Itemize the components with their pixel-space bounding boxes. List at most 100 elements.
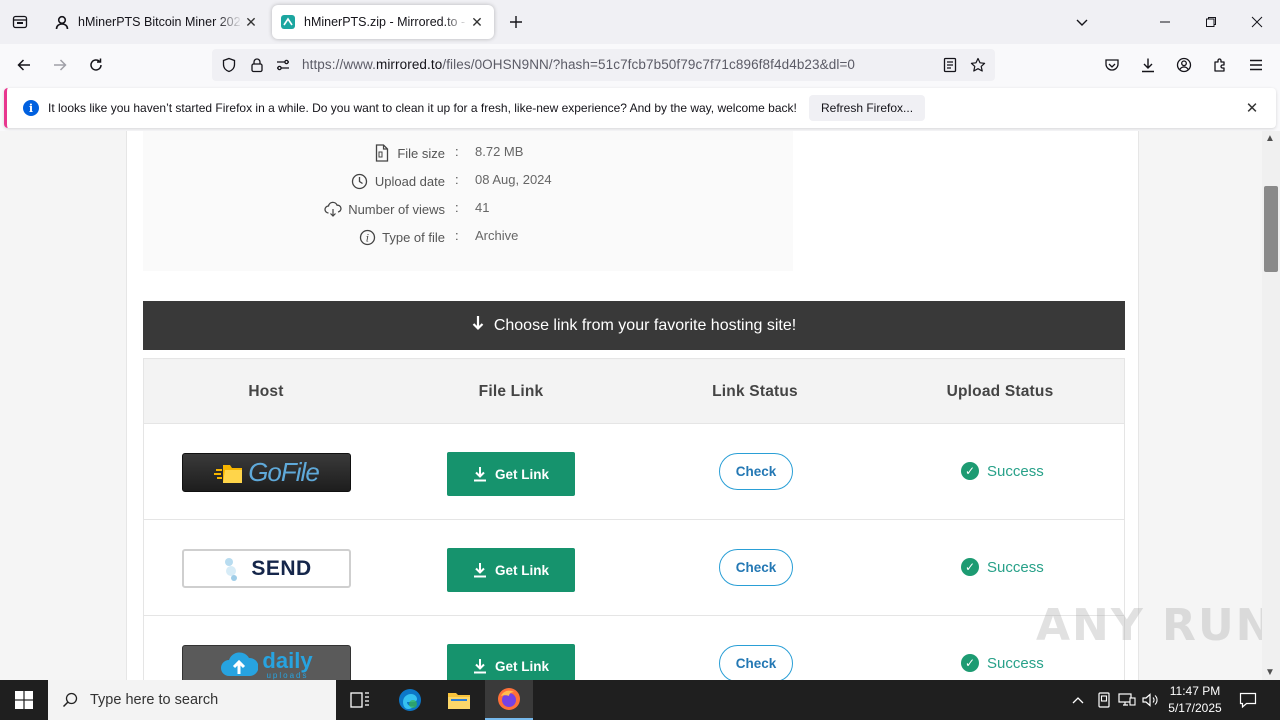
svg-text:i: i (366, 233, 369, 244)
device-icon[interactable] (1094, 680, 1114, 720)
refresh-firefox-notification: i It looks like you haven’t started Fire… (4, 88, 1276, 128)
tab-close-icon[interactable]: ✕ (468, 13, 486, 31)
tracking-shield-icon[interactable] (220, 56, 238, 74)
daily-uploads-logo: daily uploads (182, 645, 351, 680)
clock-icon (351, 172, 369, 190)
forward-arrow-icon[interactable] (46, 51, 74, 79)
check-circle-icon: ✓ (961, 462, 979, 480)
header-host: Host (248, 383, 284, 400)
hosts-table: Host File Link Link Status Upload Status… (143, 358, 1125, 680)
back-arrow-icon[interactable] (10, 51, 38, 79)
upload-status: ✓ Success (961, 654, 1044, 672)
download-icon (473, 467, 486, 482)
file-info-row: Upload date : 08 Aug, 2024 (143, 167, 793, 191)
cloud-upload-icon (221, 652, 259, 676)
reader-view-icon[interactable] (941, 56, 959, 74)
uploads-logo-subtext: uploads (266, 670, 309, 680)
send-logo: SEND (182, 549, 351, 588)
arrow-down-icon (472, 315, 484, 336)
search-placeholder: Type here to search (90, 692, 219, 708)
file-info-row: i Type of file : Archive (143, 223, 793, 247)
choose-link-banner: Choose link from your favorite hosting s… (143, 301, 1125, 350)
file-icon (373, 144, 391, 162)
close-window-icon[interactable] (1234, 0, 1280, 44)
url-text[interactable]: https://www.mirrored.to/files/0OHSN9NN/?… (302, 57, 855, 72)
tab-hminerpts-zip[interactable]: hMinerPTS.zip - Mirrored.to - M ✕ (272, 5, 494, 39)
header-upload-status: Upload Status (946, 383, 1054, 400)
firefox-view-icon[interactable] (8, 10, 32, 34)
get-link-button[interactable]: Get Link (447, 644, 575, 680)
taskbar-search-box[interactable]: Type here to search (48, 680, 336, 720)
edge-browser-icon[interactable] (386, 680, 434, 720)
upload-status: ✓ Success (961, 558, 1044, 576)
send-logo-text: SEND (251, 556, 312, 580)
tab-title: hMinerPTS.zip - Mirrored.to - M (304, 15, 468, 29)
upload-date-label: Upload date (374, 173, 445, 189)
info-icon: i (23, 100, 39, 116)
minimize-window-icon[interactable] (1142, 0, 1188, 44)
address-bar[interactable]: https://www.mirrored.to/files/0OHSN9NN/?… (212, 49, 995, 81)
download-icon (473, 563, 486, 578)
gofile-logo-text: GoFile (248, 457, 320, 487)
header-link-status: Link Status (712, 383, 798, 400)
show-hidden-icons-chevron-icon[interactable] (1068, 680, 1088, 720)
menu-hamburger-icon[interactable] (1242, 51, 1270, 79)
tab-strip: hMinerPTS Bitcoin Miner 2024 - ✕ hMinerP… (0, 0, 1280, 44)
windows-start-icon[interactable] (0, 680, 48, 720)
check-button[interactable]: Check (719, 549, 793, 586)
clock-time: 11:47 PM (1169, 684, 1221, 698)
list-all-tabs-chevron-icon[interactable] (1070, 10, 1094, 34)
firefox-taskbar-icon[interactable] (485, 680, 533, 720)
send-bubbles-icon (225, 557, 238, 581)
get-link-button[interactable]: Get Link (447, 548, 575, 592)
table-row: SEND Get Link Check ✓ Success (144, 520, 1124, 616)
refresh-firefox-button[interactable]: Refresh Firefox... (809, 95, 926, 121)
navigation-toolbar: https://www.mirrored.to/files/0OHSN9NN/?… (0, 44, 1280, 86)
number-of-views-label: Number of views (348, 201, 445, 217)
permissions-icon[interactable] (274, 56, 292, 74)
file-size-label: File size (397, 145, 445, 161)
lock-icon[interactable] (248, 56, 266, 74)
volume-icon[interactable] (1140, 680, 1162, 720)
network-icon[interactable] (1116, 680, 1138, 720)
search-icon (62, 692, 78, 708)
check-button[interactable]: Check (719, 645, 793, 680)
new-tab-plus-icon[interactable] (504, 10, 528, 34)
check-button[interactable]: Check (719, 453, 793, 490)
notification-message: It looks like you haven’t started Firefo… (48, 101, 797, 115)
gofile-logo: GoFile (182, 453, 351, 492)
notifications-icon[interactable] (1232, 680, 1264, 720)
scroll-up-arrow-icon[interactable]: ▲ (1265, 133, 1275, 144)
clock-date: 5/17/2025 (1168, 701, 1222, 715)
bookmark-star-icon[interactable] (969, 56, 987, 74)
download-icon (473, 659, 486, 674)
scroll-down-arrow-icon[interactable]: ▼ (1265, 667, 1275, 678)
reload-icon[interactable] (82, 51, 110, 79)
vertical-scrollbar[interactable]: ▲ ▼ (1262, 131, 1280, 680)
close-notification-icon[interactable]: ✕ (1242, 98, 1262, 118)
type-of-file-value: Archive (475, 228, 519, 243)
scrollbar-thumb[interactable] (1264, 186, 1278, 272)
downloads-icon[interactable] (1134, 51, 1162, 79)
task-view-icon[interactable] (336, 680, 384, 720)
header-file-link: File Link (478, 383, 544, 400)
file-info-row: Number of views : 41 (143, 195, 793, 219)
table-header: Host File Link Link Status Upload Status (144, 359, 1124, 424)
choose-link-text: Choose link from your favorite hosting s… (493, 316, 797, 334)
get-link-button[interactable]: Get Link (447, 452, 575, 496)
daily-logo-text: daily (262, 647, 313, 673)
taskbar-clock[interactable]: 11:47 PM 5/17/2025 (1160, 683, 1230, 717)
tab-title: hMinerPTS Bitcoin Miner 2024 - (78, 15, 242, 29)
pocket-icon[interactable] (1098, 51, 1126, 79)
cloud-icon (324, 200, 342, 218)
check-circle-icon: ✓ (961, 654, 979, 672)
type-of-file-label: Type of file (382, 229, 445, 245)
tab-close-icon[interactable]: ✕ (242, 13, 260, 31)
tab-hminerpts-bitcoin-miner[interactable]: hMinerPTS Bitcoin Miner 2024 - ✕ (46, 5, 268, 39)
restore-window-icon[interactable] (1188, 0, 1234, 44)
extensions-icon[interactable] (1206, 51, 1234, 79)
account-icon[interactable] (1170, 51, 1198, 79)
upload-date-value: 08 Aug, 2024 (475, 172, 552, 187)
file-explorer-icon[interactable] (435, 680, 483, 720)
check-circle-icon: ✓ (961, 558, 979, 576)
